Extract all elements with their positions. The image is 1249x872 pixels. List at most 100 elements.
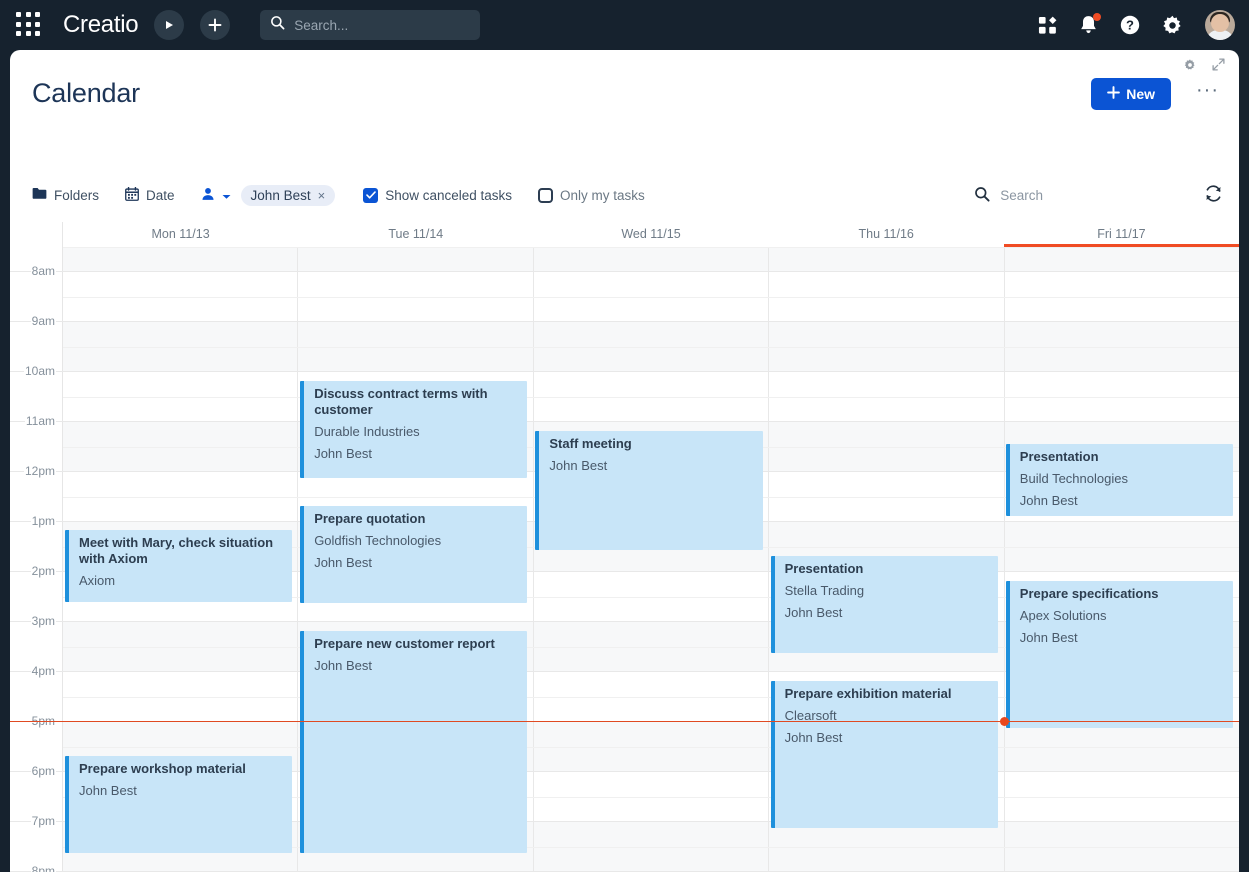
time-slot-cell[interactable] bbox=[534, 772, 770, 821]
owner-filter-button[interactable] bbox=[201, 187, 231, 204]
panel-corner-actions bbox=[1184, 58, 1225, 76]
time-slot-cell[interactable] bbox=[1005, 372, 1239, 421]
date-label: Date bbox=[146, 187, 175, 203]
close-icon[interactable]: × bbox=[318, 188, 326, 203]
time-slot-cell[interactable] bbox=[533, 322, 770, 371]
show-canceled-tasks-label: Show canceled tasks bbox=[385, 187, 513, 203]
time-slot-cell[interactable] bbox=[534, 372, 770, 421]
time-slot-cell[interactable] bbox=[1004, 322, 1239, 371]
time-slot-cell[interactable] bbox=[63, 472, 299, 521]
day-header-1[interactable]: Tue 11/14 bbox=[298, 222, 533, 247]
only-my-tasks-checkbox[interactable]: Only my tasks bbox=[538, 187, 645, 203]
time-slot-cell[interactable] bbox=[63, 322, 299, 371]
time-slot-cell[interactable] bbox=[533, 247, 770, 271]
notification-badge bbox=[1093, 13, 1101, 21]
calendar-search-input[interactable]: Search bbox=[974, 186, 1043, 205]
calendar-icon bbox=[125, 186, 139, 204]
event-subject: John Best bbox=[549, 458, 608, 473]
page-settings-gear-icon[interactable] bbox=[1184, 58, 1196, 76]
time-slot-cell[interactable] bbox=[63, 247, 299, 271]
hour-label: 9am bbox=[30, 314, 56, 328]
time-slot-cell[interactable] bbox=[769, 272, 1005, 321]
time-slot-cell[interactable] bbox=[63, 622, 299, 671]
time-slot-cell[interactable] bbox=[769, 472, 1005, 521]
more-actions-button[interactable]: ··· bbox=[1196, 80, 1219, 100]
time-slot-cell[interactable] bbox=[769, 822, 1005, 871]
help-icon[interactable]: ? bbox=[1120, 15, 1140, 35]
run-process-button[interactable] bbox=[154, 10, 185, 40]
time-slot-cell[interactable] bbox=[769, 372, 1005, 421]
hour-label: 11am bbox=[24, 414, 56, 428]
calendar-event[interactable]: Prepare new customer report John Best bbox=[300, 631, 528, 853]
calendar-event[interactable]: Prepare workshop material John Best bbox=[65, 756, 293, 853]
time-slot-cell[interactable] bbox=[298, 322, 534, 371]
time-slot-cell[interactable] bbox=[63, 672, 299, 721]
time-slot-cell[interactable] bbox=[533, 622, 770, 671]
dashboard-icon[interactable] bbox=[1038, 16, 1057, 35]
expand-icon[interactable] bbox=[1212, 58, 1225, 76]
calendar-event[interactable]: Presentation Build Technologies John Best bbox=[1005, 444, 1233, 516]
hour-row: 10am bbox=[10, 364, 1239, 422]
calendar-event[interactable]: Discuss contract terms with customer Dura… bbox=[300, 381, 528, 478]
time-slot-cell[interactable] bbox=[534, 572, 770, 621]
time-slot-cell[interactable] bbox=[1004, 522, 1239, 571]
time-slot-cell[interactable] bbox=[63, 372, 299, 421]
time-slot-cell[interactable] bbox=[63, 272, 299, 321]
global-search-placeholder: Search... bbox=[294, 17, 349, 33]
time-slot-cell[interactable] bbox=[1004, 722, 1239, 771]
calendar-event[interactable]: Prepare quotation Goldfish Technologies Jo… bbox=[300, 506, 528, 603]
gear-icon[interactable] bbox=[1162, 15, 1183, 36]
date-filter-button[interactable]: Date bbox=[125, 186, 175, 204]
play-icon bbox=[163, 19, 175, 31]
show-canceled-tasks-checkbox[interactable]: Show canceled tasks bbox=[363, 187, 513, 203]
person-icon bbox=[201, 187, 215, 204]
checkbox-unchecked-icon bbox=[538, 187, 554, 203]
day-header-3[interactable]: Thu 11/16 bbox=[769, 222, 1004, 247]
event-owner: John Best bbox=[784, 605, 843, 620]
bell-icon[interactable] bbox=[1079, 13, 1101, 35]
calendar-search-placeholder: Search bbox=[1000, 187, 1043, 203]
calendar-event[interactable]: Prepare specifications Apex Solutions John… bbox=[1005, 581, 1233, 728]
calendar-scroll-area[interactable]: 7am8am 9am 10am 11am 12pm 1pm 2pm 3pm 4pm 5pm 6pm 7… bbox=[10, 247, 1239, 872]
time-slot-cell[interactable] bbox=[769, 247, 1005, 271]
avatar[interactable] bbox=[1205, 10, 1235, 40]
owner-filter-chip[interactable]: John Best × bbox=[240, 184, 336, 206]
event-owner: John Best bbox=[1019, 493, 1078, 508]
time-slot-cell[interactable] bbox=[1005, 772, 1239, 821]
calendar-event[interactable]: Presentation Stella Trading John Best bbox=[770, 556, 998, 653]
time-slot-cell[interactable] bbox=[769, 322, 1005, 371]
time-slot-cell[interactable] bbox=[1005, 272, 1239, 321]
time-slot-cell[interactable] bbox=[1004, 822, 1239, 871]
hour-label: 2pm bbox=[30, 564, 56, 578]
apps-grid-icon[interactable] bbox=[16, 12, 42, 38]
global-search-input[interactable]: Search... bbox=[260, 10, 481, 40]
new-button[interactable]: New bbox=[1091, 78, 1171, 110]
hour-label: 10am bbox=[23, 364, 56, 378]
time-slot-cell[interactable] bbox=[298, 272, 534, 321]
calendar-event[interactable]: Staff meeting John Best bbox=[535, 431, 763, 550]
hour-row: 9am bbox=[10, 314, 1239, 372]
day-header-4[interactable]: Fri 11/17 bbox=[1003, 222, 1239, 247]
folders-button[interactable]: Folders bbox=[32, 187, 99, 203]
event-subject: Axiom bbox=[79, 573, 116, 588]
refresh-icon[interactable] bbox=[1204, 184, 1223, 208]
time-slot-cell[interactable] bbox=[534, 672, 770, 721]
event-owner: John Best bbox=[314, 446, 373, 461]
time-slot-cell[interactable] bbox=[63, 422, 299, 471]
time-slot-cell[interactable] bbox=[534, 272, 770, 321]
checkbox-checked-icon bbox=[363, 187, 379, 203]
day-header-2[interactable]: Wed 11/15 bbox=[533, 222, 768, 247]
time-slot-cell[interactable] bbox=[533, 722, 770, 771]
event-title: Prepare quotation bbox=[314, 511, 426, 526]
time-slot-cell[interactable] bbox=[1004, 247, 1239, 271]
day-header-0[interactable]: Mon 11/13 bbox=[63, 222, 298, 247]
time-slot-cell[interactable] bbox=[298, 247, 534, 271]
calendar-event[interactable]: Meet with Mary, check situation with Axi… bbox=[65, 530, 293, 602]
hour-label: 4pm bbox=[30, 664, 56, 678]
time-slot-cell[interactable] bbox=[769, 422, 1005, 471]
time-slot-cell[interactable] bbox=[533, 822, 770, 871]
calendar-event[interactable]: Prepare exhibition material Clearsoft John… bbox=[770, 681, 998, 828]
folder-icon bbox=[32, 187, 47, 203]
event-title: Prepare workshop material bbox=[79, 761, 246, 776]
add-button[interactable] bbox=[200, 10, 231, 40]
